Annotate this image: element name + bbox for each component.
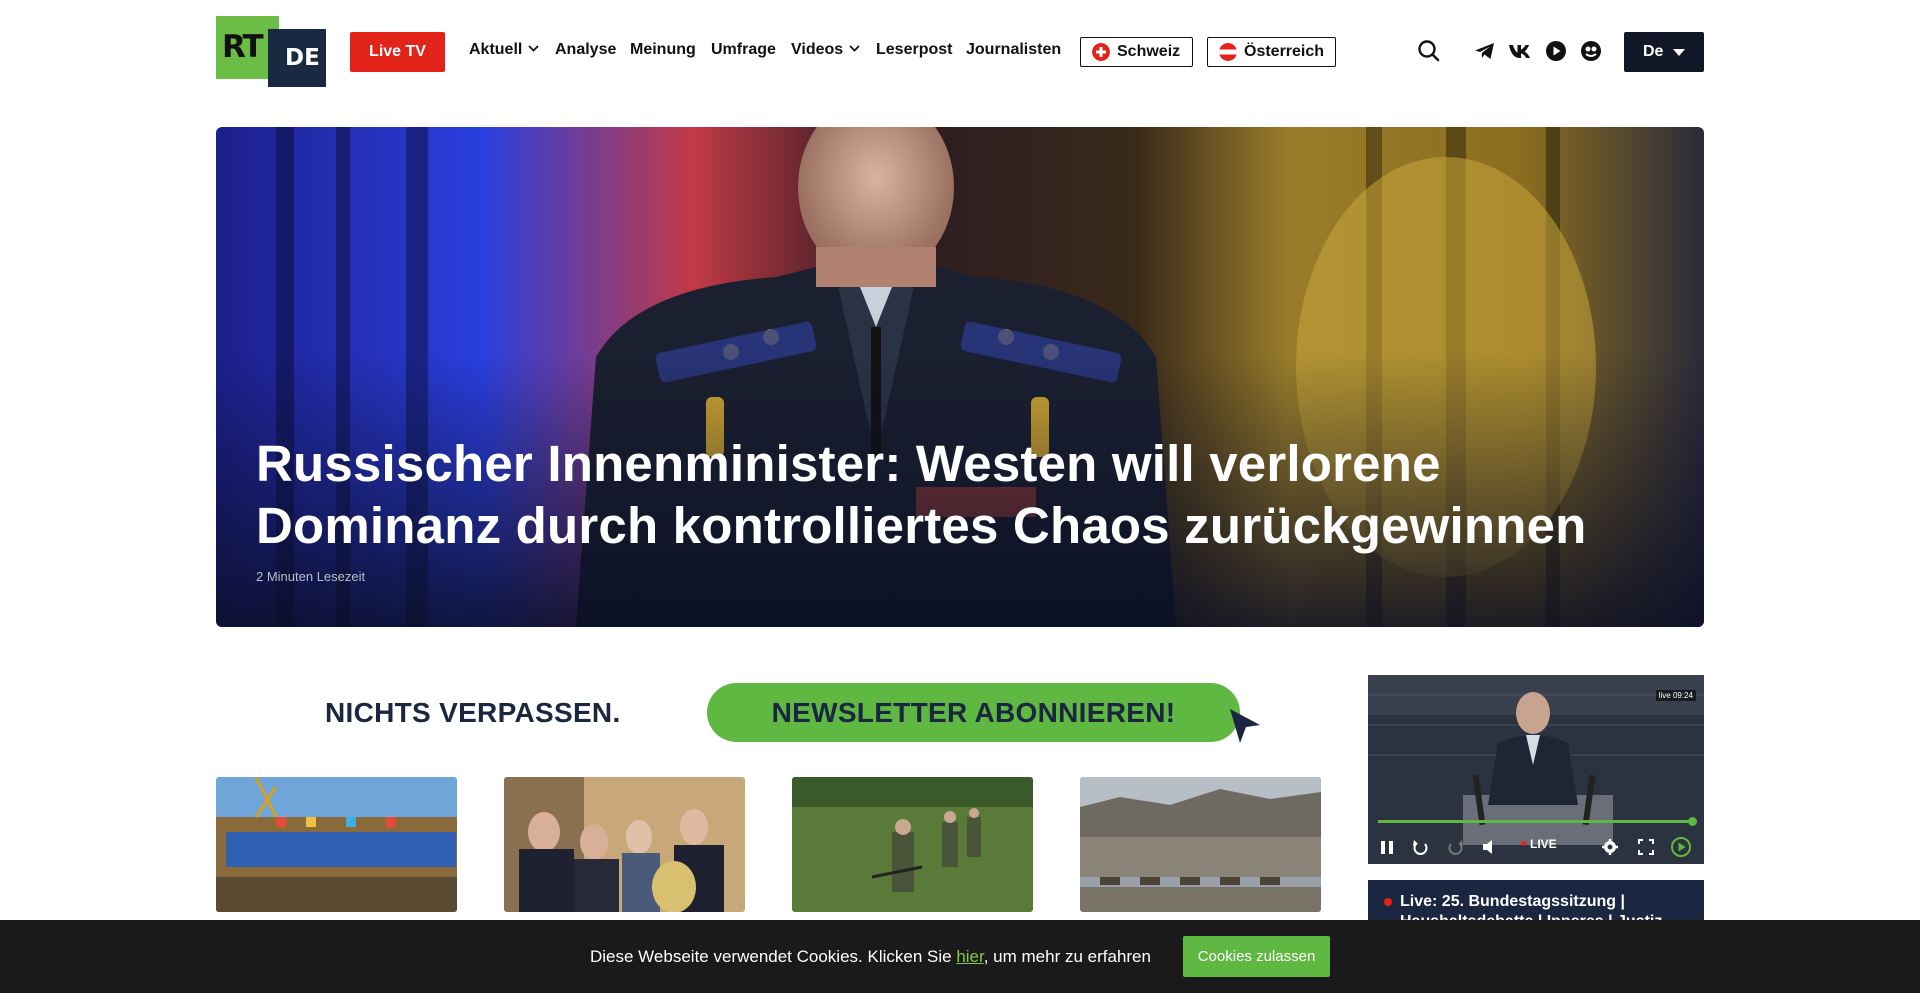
country-switzerland-button[interactable]: Schweiz [1080,37,1193,67]
progress-knob[interactable] [1688,817,1697,826]
odysee-icon[interactable] [1578,38,1604,64]
nav-label: Videos [791,41,844,58]
cookie-banner: Diese Webseite verwendet Cookies. Klicke… [0,920,1920,993]
nav-item-analyse[interactable]: Analyse [555,41,616,59]
article-thumbnail[interactable] [1080,777,1321,912]
video-timecode: live 09:24 [1655,690,1696,701]
nav-item-umfrage[interactable]: Umfrage [711,41,776,59]
chevron-down-icon [849,45,860,52]
video-progress-bar[interactable] [1378,817,1697,826]
play-live-icon[interactable] [1670,836,1692,858]
hero-article[interactable]: Russischer Innenminister: Westen will ve… [216,127,1704,627]
language-selector[interactable]: De [1624,32,1704,72]
article-thumbnail[interactable] [216,777,457,912]
chevron-down-icon [528,45,539,52]
nav-item-meinung[interactable]: Meinung [630,41,696,59]
live-indicator: LIVE [1521,837,1557,851]
pause-icon[interactable] [1378,836,1396,858]
article-image [792,777,1033,912]
live-tv-button[interactable]: Live TV [350,32,445,72]
country-label: Schweiz [1117,43,1181,60]
settings-gear-icon[interactable] [1600,836,1620,858]
nav-item-videos[interactable]: Videos [791,41,860,59]
telegram-icon[interactable] [1472,38,1498,64]
swiss-flag-icon [1092,43,1110,61]
language-label: De [1643,43,1664,60]
rumble-icon[interactable] [1543,38,1569,64]
live-dot [1384,898,1392,906]
cookie-message: Diese Webseite verwendet Cookies. Klicke… [590,947,1151,966]
site-header: RT DE Live TV Aktuell Analyse Meinung Um… [0,0,1920,103]
article-image [216,777,457,912]
article-thumbnail[interactable] [504,777,745,912]
vk-icon[interactable] [1507,38,1533,64]
nav-item-leserpost[interactable]: Leserpost [876,41,952,59]
cursor-arrow-icon [1230,709,1260,743]
caret-down-icon [1673,49,1685,56]
reading-time: 2 Minuten Lesezeit [256,569,366,584]
live-video-player[interactable]: live 09:24 LIVE [1368,675,1704,864]
fullscreen-icon[interactable] [1636,836,1656,858]
article-thumbnail[interactable] [792,777,1033,912]
newsletter-tagline: NICHTS VERPASSEN. [325,697,621,728]
accept-cookies-button[interactable]: Cookies zulassen [1183,936,1330,977]
cookie-info-link[interactable]: hier [956,947,983,966]
nav-label: Aktuell [469,41,523,58]
logo-de: DE [268,29,326,87]
nav-item-aktuell[interactable]: Aktuell [469,41,539,59]
forward-icon[interactable] [1446,836,1466,858]
article-image [1080,777,1321,912]
hero-headline[interactable]: Russischer Innenminister: Westen will ve… [256,433,1676,557]
rt-de-logo[interactable]: RT DE [216,16,326,87]
rewind-icon[interactable] [1410,836,1430,858]
country-austria-button[interactable]: Österreich [1207,37,1336,67]
nav-item-journalisten[interactable]: Journalisten [966,41,1061,59]
search-icon[interactable] [1416,38,1442,64]
country-label: Österreich [1244,43,1325,60]
austria-flag-icon [1219,43,1237,61]
article-image [504,777,745,912]
volume-icon[interactable] [1480,836,1500,858]
newsletter-subscribe-button[interactable]: NEWSLETTER ABONNIEREN! [707,683,1240,742]
